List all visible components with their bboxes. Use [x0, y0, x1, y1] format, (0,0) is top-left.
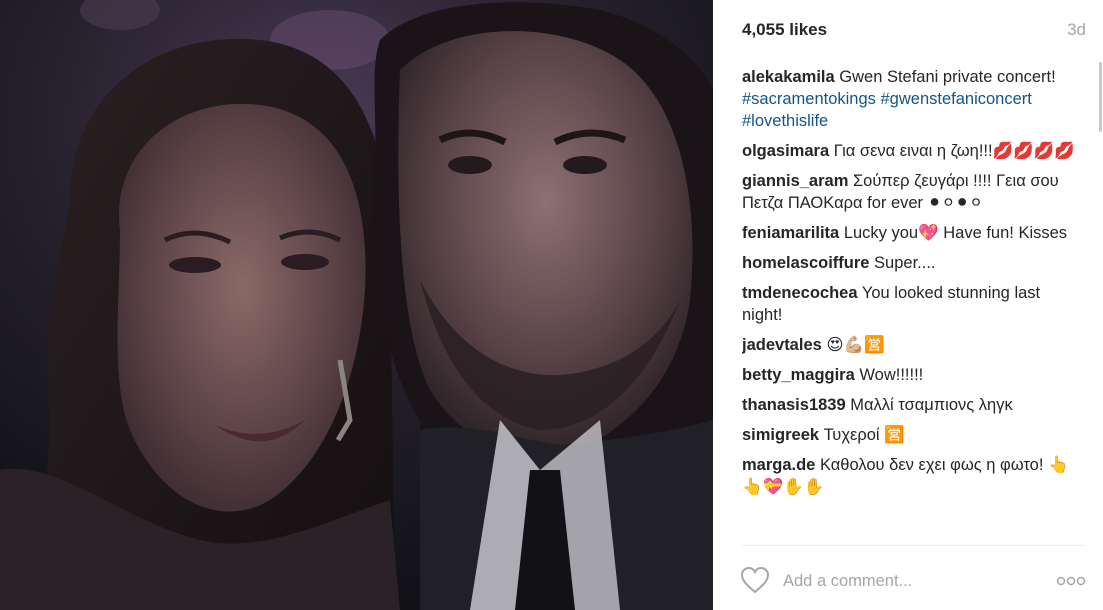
comment-item: jadevtales 😍💪🏼🈺: [742, 334, 1076, 356]
comments-scrollbar[interactable]: [1096, 60, 1101, 540]
comment-username[interactable]: olgasimara: [742, 142, 829, 160]
comment-text: Lucky you💖 Have fun! Kisses: [843, 224, 1068, 242]
comment-item: olgasimara Για σενα ειναι η ζωη!!!💋💋💋💋: [742, 140, 1076, 162]
hashtag-link[interactable]: #lovethislife: [742, 112, 828, 130]
comment-username[interactable]: giannis_aram: [742, 172, 848, 190]
comment-item: betty_maggira Wow!!!!!!: [742, 364, 1076, 386]
comment-text: 😍💪🏼🈺: [826, 336, 885, 354]
post-details-panel: 4,055 likes 3d alekakamila Gwen Stefani …: [713, 0, 1103, 610]
selfie-image: [0, 0, 713, 610]
comment-item: feniamarilita Lucky you💖 Have fun! Kisse…: [742, 222, 1076, 244]
comment-username[interactable]: tmdenecochea: [742, 284, 858, 302]
comment-username[interactable]: simigreek: [742, 426, 819, 444]
comment-item: homelascoiffure Super....: [742, 252, 1076, 274]
comments-list[interactable]: alekakamila Gwen Stefani private concert…: [742, 66, 1076, 540]
comment-username[interactable]: homelascoiffure: [742, 254, 869, 272]
comment-text: Gwen Stefani private concert!: [839, 68, 1056, 86]
comment-text: Για σενα ειναι η ζωη!!!💋💋💋💋: [833, 142, 1075, 160]
comment-item: tmdenecochea You looked stunning last ni…: [742, 282, 1076, 326]
hashtag-link[interactable]: #sacramentokings: [742, 90, 876, 108]
heart-outline-icon[interactable]: [740, 566, 770, 594]
hashtag-link[interactable]: #gwenstefaniconcert: [881, 90, 1032, 108]
comment-username[interactable]: thanasis1839: [742, 396, 846, 414]
comment-username[interactable]: betty_maggira: [742, 366, 855, 384]
comment-username[interactable]: feniamarilita: [742, 224, 839, 242]
comments-scrollbar-thumb[interactable]: [1099, 62, 1102, 132]
comment-item: thanasis1839 Μαλλί τσαμπιονς ληγκ: [742, 394, 1076, 416]
comment-item: giannis_aram Σούπερ ζευγάρι !!!! Γεια σο…: [742, 170, 1076, 214]
comment-username[interactable]: alekakamila: [742, 68, 835, 86]
comment-username[interactable]: marga.de: [742, 456, 815, 474]
comment-username[interactable]: jadevtales: [742, 336, 822, 354]
post-photo[interactable]: [0, 0, 713, 610]
footer-divider: [742, 545, 1086, 546]
ellipsis-icon[interactable]: [1056, 574, 1086, 588]
comment-item: simigreek Τυχεροί 🈺: [742, 424, 1076, 446]
comment-text: Super....: [874, 254, 936, 272]
comment-text: Wow!!!!!!: [859, 366, 924, 384]
comment-text: Μαλλί τσαμπιονς ληγκ: [850, 396, 1013, 414]
likes-count[interactable]: 4,055 likes: [742, 20, 827, 40]
add-comment-input[interactable]: [783, 568, 1043, 594]
comment-item: marga.de Καθολου δεν εχει φως η φωτο! 👆👆…: [742, 454, 1076, 498]
caption: alekakamila Gwen Stefani private concert…: [742, 66, 1076, 132]
comment-text: Τυχεροί 🈺: [823, 426, 905, 444]
post-age[interactable]: 3d: [1067, 20, 1086, 40]
